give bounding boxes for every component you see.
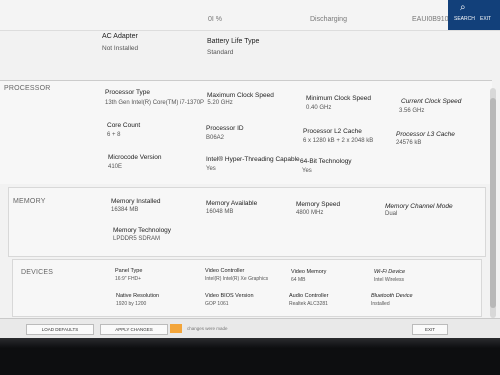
video-controller-label: Video Controller <box>205 268 245 274</box>
hyperthreading-label: Intel® Hyper-Threading Capable <box>206 156 300 163</box>
microcode-label: Microcode Version <box>108 154 162 161</box>
panel-type-value: 16:9" FHD+ <box>115 276 142 282</box>
l2-cache-value: 6 x 1280 kB + 2 x 2048 kB <box>303 138 374 144</box>
video-memory-label: Video Memory <box>291 269 327 275</box>
exit-top-button[interactable]: EXIT <box>480 16 491 22</box>
min-clock-speed-value: 0.40 GHz <box>306 105 332 111</box>
l3-cache-value: 24576 kB <box>396 140 422 146</box>
audio-controller-label: Audio Controller <box>289 293 329 299</box>
battery-life-type-label: Battery Life Type <box>207 38 260 45</box>
devices-panel: DEVICES Panel Type 16:9" FHD+ Video Cont… <box>12 259 482 317</box>
top-status-bar: 0I % Discharging EAUI0B910 <box>0 0 500 31</box>
changes-indicator-icon <box>170 324 182 333</box>
load-defaults-button[interactable]: LOAD DEFAULTS <box>26 324 94 335</box>
memory-section-title: MEMORY <box>13 198 46 205</box>
audio-controller-value: Realtek ALC3281 <box>289 301 328 307</box>
memory-technology-label: Memory Technology <box>113 227 172 234</box>
scrollbar-thumb[interactable] <box>490 98 496 308</box>
top-action-bar: ⌕ SEARCH EXIT <box>448 0 500 30</box>
native-resolution-value: 1920 by 1200 <box>116 301 147 307</box>
battery-id-text: EAUI0B910 <box>412 16 449 23</box>
video-bios-value: GOP 1061 <box>205 301 229 307</box>
hyperthreading-value: Yes <box>206 166 216 172</box>
native-resolution-label: Native Resolution <box>116 293 160 299</box>
x64-label: 64-Bit Technology <box>300 158 352 165</box>
wifi-device-value: Intel Wireless <box>374 277 405 283</box>
search-button[interactable]: SEARCH <box>454 16 475 22</box>
bluetooth-device-label: Bluetooth Device <box>371 293 413 299</box>
current-clock-speed-value: 3.56 GHz <box>399 108 425 114</box>
processor-panel: PROCESSOR Processor Type 13th Gen Intel(… <box>0 80 492 184</box>
footer-bar: LOAD DEFAULTS APPLY CHANGES changes were… <box>0 318 500 338</box>
core-count-label: Core Count <box>107 122 141 129</box>
memory-available-label: Memory Available <box>206 200 258 207</box>
memory-technology-value: LPDDR5 SDRAM <box>113 236 161 242</box>
current-clock-speed-label: Current Clock Speed <box>401 98 462 105</box>
exit-button[interactable]: EXIT <box>412 324 448 335</box>
memory-channel-value: Dual <box>385 211 398 217</box>
memory-panel: MEMORY Memory Installed 16384 MB Memory … <box>8 187 486 257</box>
max-clock-speed-label: Maximum Clock Speed <box>207 92 274 99</box>
ac-adapter-label: AC Adapter <box>102 33 138 40</box>
devices-section-title: DEVICES <box>21 269 54 276</box>
panel-type-label: Panel Type <box>115 268 143 274</box>
changes-hint-text: changes were made <box>187 326 228 331</box>
memory-available-value: 16048 MB <box>206 209 234 215</box>
laptop-bezel <box>0 338 500 375</box>
microcode-value: 410E <box>108 164 123 170</box>
memory-channel-label: Memory Channel Mode <box>385 203 453 210</box>
min-clock-speed-label: Minimum Clock Speed <box>306 95 372 102</box>
memory-installed-value: 16384 MB <box>111 207 139 213</box>
battery-life-type-value: Standard <box>207 49 234 56</box>
bezel-reflection <box>0 338 500 348</box>
processor-id-label: Processor ID <box>206 125 244 132</box>
apply-changes-button[interactable]: APPLY CHANGES <box>100 324 168 335</box>
bluetooth-device-value: Installed <box>371 301 390 307</box>
memory-speed-value: 4800 MHz <box>296 210 324 216</box>
x64-value: Yes <box>302 168 312 174</box>
l3-cache-label: Processor L3 Cache <box>396 131 455 138</box>
search-icon[interactable]: ⌕ <box>460 2 466 13</box>
video-controller-value: Intel(R) Intel(R) Xe Graphics <box>205 276 269 282</box>
video-bios-label: Video BIOS Version <box>205 293 254 299</box>
video-memory-value: 64 MB <box>291 277 306 283</box>
processor-type-label: Processor Type <box>105 89 151 96</box>
processor-section-title: PROCESSOR <box>4 85 51 92</box>
l2-cache-label: Processor L2 Cache <box>303 128 362 135</box>
memory-speed-label: Memory Speed <box>296 201 341 208</box>
processor-type-value: 13th Gen Intel(R) Core(TM) i7-1370P 5.20… <box>105 100 233 106</box>
vertical-scrollbar[interactable] <box>490 88 496 318</box>
processor-id-value: B06A2 <box>206 135 225 141</box>
memory-installed-label: Memory Installed <box>111 198 161 205</box>
core-count-value: 6 + 8 <box>107 132 121 138</box>
battery-percent-text: 0I % <box>208 16 223 23</box>
wifi-device-label: Wi-Fi Device <box>374 269 406 275</box>
battery-status-text: Discharging <box>310 16 347 23</box>
bios-screen: 0I % Discharging EAUI0B910 ⌕ SEARCH EXIT… <box>0 0 500 338</box>
ac-adapter-value: Not Installed <box>102 45 139 52</box>
